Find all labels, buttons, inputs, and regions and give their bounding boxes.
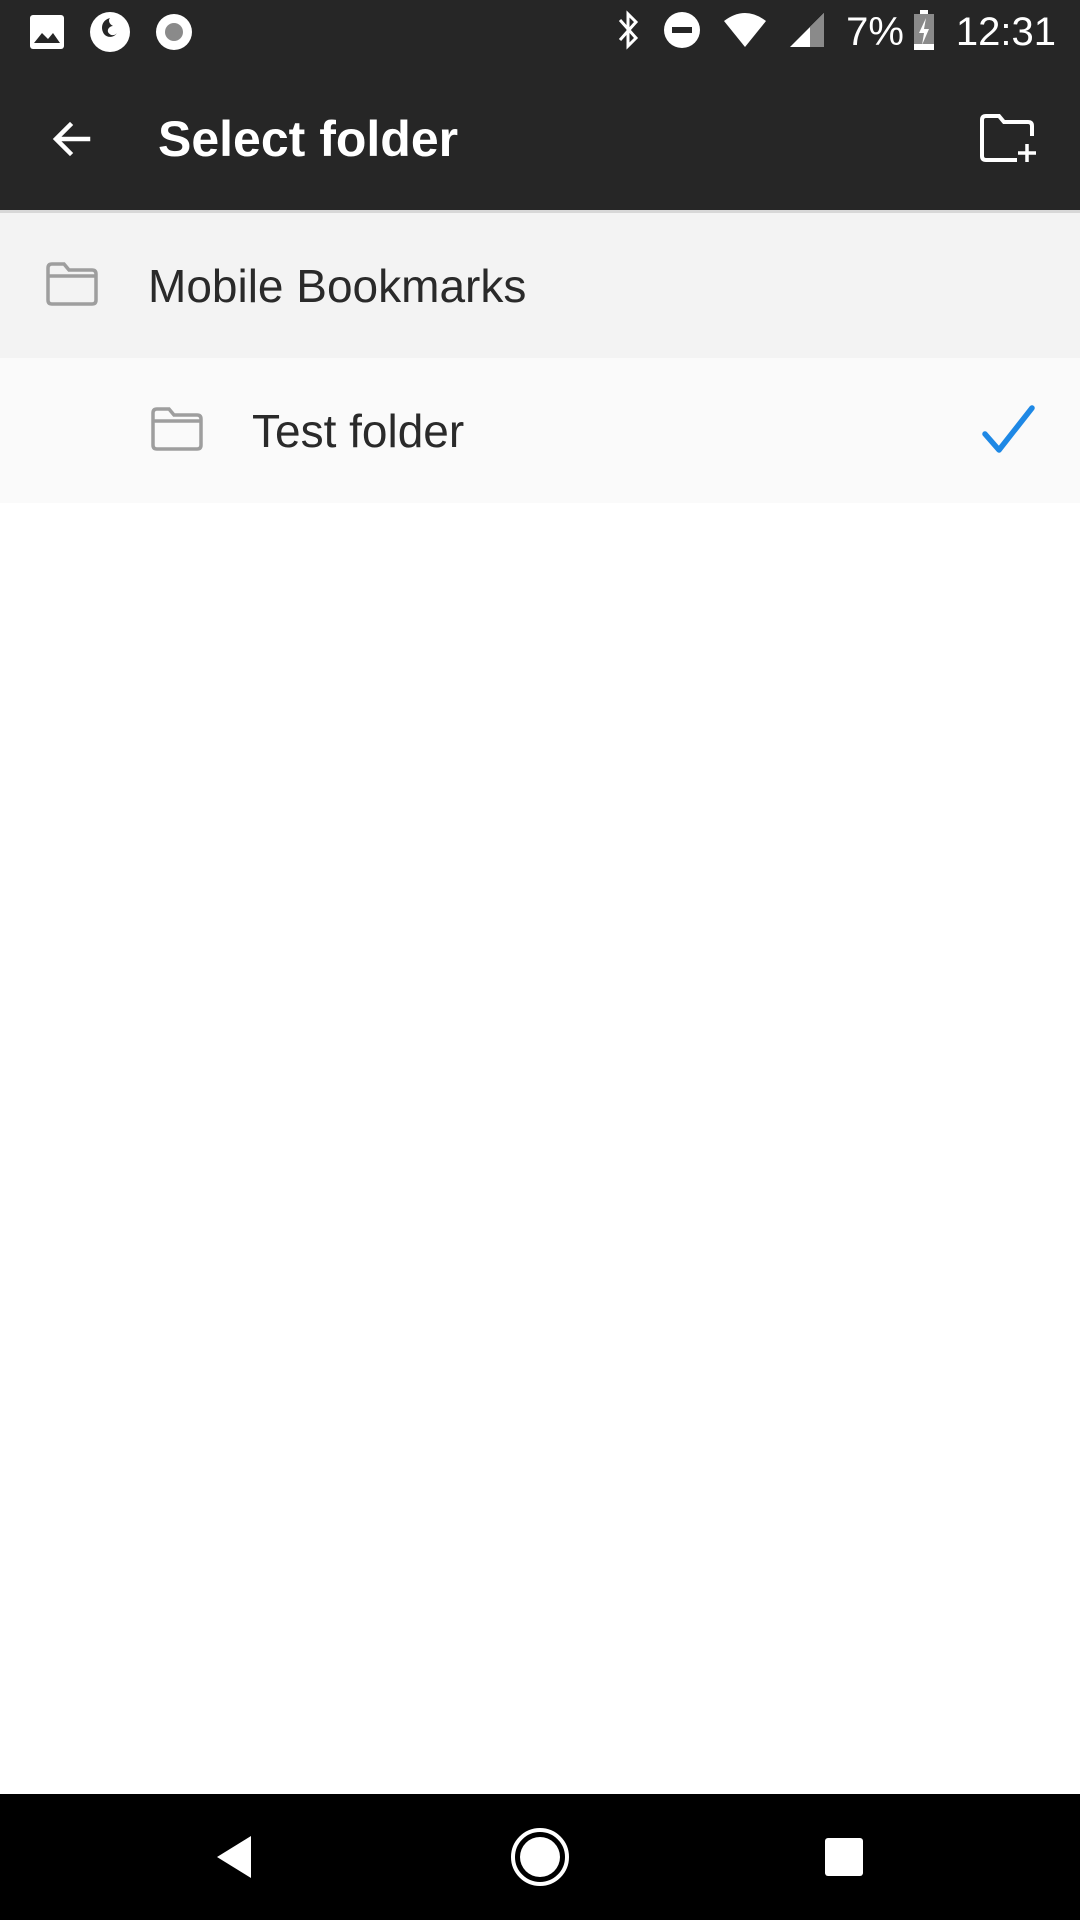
battery-percent: 7%	[846, 9, 904, 54]
folder-label: Mobile Bookmarks	[148, 260, 527, 312]
record-icon	[154, 12, 194, 57]
check-icon	[982, 405, 1035, 453]
do-not-disturb-icon	[662, 10, 702, 55]
back-button[interactable]	[40, 107, 104, 171]
nav-recents-icon	[825, 1838, 863, 1876]
status-bar: 7% 12:31	[0, 0, 1080, 63]
image-icon	[28, 13, 66, 56]
bluetooth-icon	[614, 9, 642, 55]
nav-recents-button[interactable]	[806, 1819, 882, 1895]
clock: 12:31	[955, 9, 1056, 54]
status-bar-system: 7% 12:31	[594, 6, 1056, 58]
nav-home-button[interactable]	[502, 1819, 578, 1895]
nav-back-icon	[217, 1836, 251, 1878]
status-bar-notifications	[28, 10, 216, 59]
nav-home-icon	[511, 1828, 569, 1886]
new-folder-button[interactable]	[974, 103, 1044, 173]
folder-icon	[151, 407, 203, 451]
folder-label: Test folder	[252, 405, 465, 457]
battery-charging-icon	[912, 9, 936, 56]
navigation-bar	[0, 1794, 1080, 1920]
folder-list: Mobile Bookmarks Test folder	[0, 213, 1080, 503]
cell-signal-icon	[788, 11, 826, 54]
wifi-icon	[722, 11, 768, 54]
firefox-icon	[88, 10, 132, 59]
folder-row-mobile-bookmarks[interactable]: Mobile Bookmarks	[0, 213, 1080, 358]
page-title: Select folder	[158, 111, 459, 167]
toolbar: Select folder	[0, 63, 1080, 210]
folder-row-test-folder[interactable]: Test folder	[0, 358, 1080, 503]
arrow-back-icon	[52, 121, 91, 157]
folder-icon	[46, 262, 98, 306]
select-folder-screen: 7% 12:31 Select folder Mobile Bookmarks …	[0, 0, 1080, 1920]
create-new-folder-icon	[980, 114, 1036, 162]
nav-back-button[interactable]	[198, 1819, 274, 1895]
